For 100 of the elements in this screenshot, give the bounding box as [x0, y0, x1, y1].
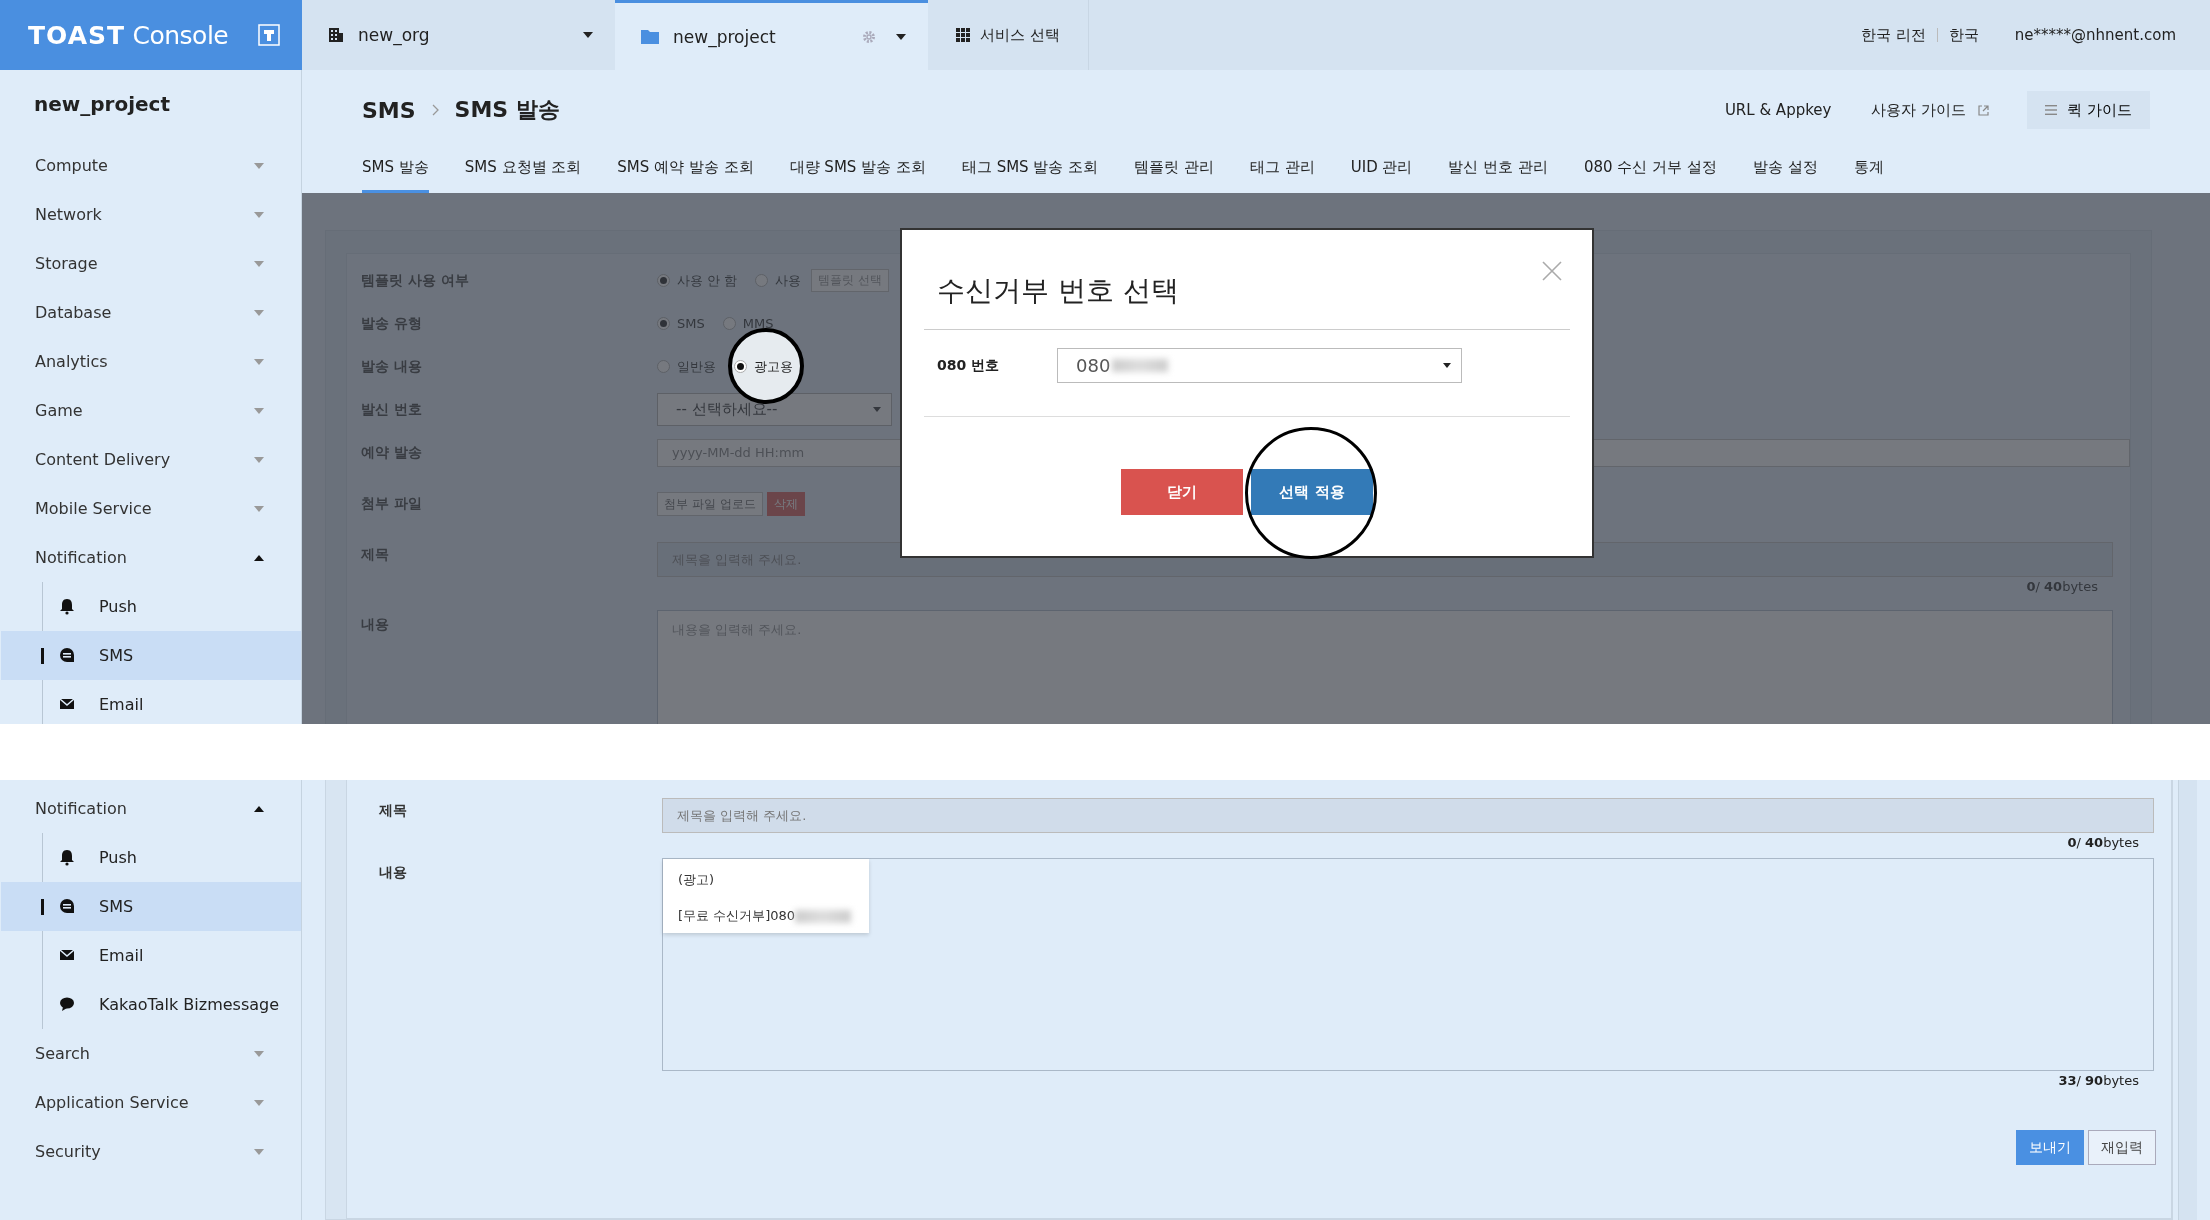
- sidebar-subitem[interactable]: Push: [1, 582, 301, 631]
- menu-label: Push: [99, 597, 137, 616]
- selection-bar: [41, 899, 44, 915]
- field-label: 발송 유형: [360, 314, 423, 333]
- page-tab[interactable]: 태그 관리: [1249, 150, 1315, 193]
- title-input[interactable]: 제목을 입력해 주세요.: [662, 798, 2154, 833]
- field-label: 첨부 파일: [360, 495, 423, 513]
- sidebar-item[interactable]: Network: [0, 190, 301, 239]
- settings-icon: [862, 29, 876, 44]
- header-link[interactable]: 사용자 가이드: [1871, 100, 1990, 120]
- sidebar-item[interactable]: Application Service: [0, 1078, 301, 1127]
- page-tab[interactable]: UID 관리: [1350, 150, 1413, 193]
- page-tab[interactable]: 080 수신 거부 설정: [1584, 150, 1717, 193]
- message-line: [무료 수신거부]080: [678, 907, 796, 925]
- chevron-icon: [431, 104, 439, 116]
- field-label: 예약 발송: [360, 443, 423, 462]
- field-label: 제목: [378, 801, 408, 820]
- region-link[interactable]: 한국 리전: [1861, 25, 1926, 45]
- select-value: -- 선택하세요--: [676, 400, 778, 419]
- field-label: 발신 번호: [360, 400, 423, 419]
- caret-icon: [896, 33, 906, 40]
- menu-toggle-icon: [258, 24, 280, 46]
- chat-icon: [59, 898, 75, 915]
- sidebar-subitem[interactable]: Email: [1, 931, 301, 980]
- sidebar-item[interactable]: Storage: [0, 239, 301, 288]
- sidebar-item[interactable]: Notification: [0, 533, 301, 582]
- folder-icon: [641, 29, 659, 44]
- sidebar-item[interactable]: Search: [0, 1029, 301, 1078]
- sidebar-item[interactable]: Content Delivery: [0, 435, 301, 484]
- option-label: MMS: [742, 316, 774, 331]
- option-label: 광고용: [754, 357, 793, 376]
- page-tab[interactable]: 태그 SMS 발송 조회: [961, 150, 1099, 193]
- close-button[interactable]: 닫기: [1121, 469, 1243, 515]
- field-label: 내용: [378, 863, 408, 882]
- sidebar-item[interactable]: Security: [0, 1127, 301, 1176]
- close-icon: [1542, 261, 1562, 281]
- message-line: (광고): [678, 871, 715, 889]
- menu-label: Notification: [35, 548, 127, 567]
- menu-label: Email: [99, 946, 144, 965]
- service-menu[interactable]: 서비스 선택: [928, 0, 1089, 70]
- page-tab[interactable]: SMS 예약 발송 조회: [617, 150, 754, 193]
- field-label: 내용: [360, 615, 390, 634]
- page-tab[interactable]: 템플릿 관리: [1134, 150, 1214, 193]
- menu-label: Notification: [35, 799, 127, 818]
- option-label: 일반용: [677, 357, 716, 376]
- menu-label: Content Delivery: [35, 450, 171, 469]
- sidebar-subitem[interactable]: SMS: [1, 631, 301, 680]
- sidebar-item[interactable]: Analytics: [0, 337, 301, 386]
- menu-label: Security: [35, 1142, 101, 1161]
- field-label: 발송 내용: [360, 357, 423, 376]
- language-link[interactable]: 한국: [1948, 25, 1979, 45]
- page-tab[interactable]: 통계: [1853, 150, 1884, 193]
- menu-label: Analytics: [35, 352, 108, 371]
- sidebar-item[interactable]: Mobile Service: [0, 484, 301, 533]
- quick-guide-button[interactable]: 퀵 가이드: [2027, 91, 2150, 129]
- menu-label: Database: [35, 303, 112, 322]
- sidebar-subitem[interactable]: Email: [1, 680, 301, 724]
- sidebar-subitem[interactable]: SMS: [1, 882, 301, 931]
- sidebar-subitem[interactable]: Push: [1, 833, 301, 882]
- field-label: 템플릿 사용 여부: [360, 271, 470, 290]
- menu-label: Application Service: [35, 1093, 189, 1112]
- sidebar-item[interactable]: Notification: [0, 784, 301, 833]
- option-label: 사용 안 함: [677, 271, 738, 290]
- menu-label: SMS: [99, 897, 134, 916]
- blurred-digits: [795, 909, 852, 923]
- caret-icon: [1443, 363, 1451, 368]
- sidebar-item[interactable]: Compute: [0, 141, 301, 190]
- selection-bar: [41, 648, 44, 664]
- org-selector[interactable]: new_org: [302, 0, 615, 70]
- menu-label: Storage: [35, 254, 98, 273]
- blurred-digits: [1112, 359, 1169, 372]
- list-icon: [2045, 105, 2058, 115]
- bell-icon: [59, 849, 75, 866]
- field-label: 제목: [360, 545, 390, 564]
- content-textarea[interactable]: (광고) [무료 수신거부]080: [662, 858, 2154, 1071]
- menu-label: Network: [35, 205, 102, 224]
- reset-button[interactable]: 재입력: [2088, 1130, 2156, 1165]
- sidebar-subitem[interactable]: KakaoTalk Bizmessage: [1, 980, 301, 1029]
- sidebar-item[interactable]: Database: [0, 288, 301, 337]
- org-name: new_org: [358, 25, 431, 45]
- apply-button[interactable]: 선택 적용: [1251, 469, 1373, 515]
- page-tab[interactable]: 발신 번호 관리: [1448, 150, 1549, 193]
- chat-icon: [59, 647, 75, 664]
- page-tab[interactable]: SMS 요청별 조회: [464, 150, 582, 193]
- option-label: 사용: [775, 271, 802, 290]
- menu-label: Push: [99, 848, 137, 867]
- breadcrumb-item[interactable]: SMS: [362, 97, 416, 123]
- byte-counter: 0/ 40bytes: [2025, 579, 2099, 594]
- page-tab[interactable]: 발송 설정: [1752, 150, 1818, 193]
- header-link[interactable]: URL & Appkey: [1724, 101, 1832, 119]
- page-tab[interactable]: 대량 SMS 발송 조회: [789, 150, 926, 193]
- byte-counter: 33/ 90bytes: [2057, 1073, 2140, 1088]
- breadcrumb-item: SMS 발송: [454, 96, 560, 124]
- caret-icon: [583, 32, 593, 38]
- user-account[interactable]: ne*****@nhnent.com: [2014, 26, 2176, 44]
- sidebar-item[interactable]: Game: [0, 386, 301, 435]
- option-label: SMS: [677, 316, 705, 331]
- project-selector[interactable]: new_project: [615, 0, 928, 70]
- number-select[interactable]: 080: [1057, 348, 1462, 383]
- field-label: 080 번호: [937, 356, 1001, 375]
